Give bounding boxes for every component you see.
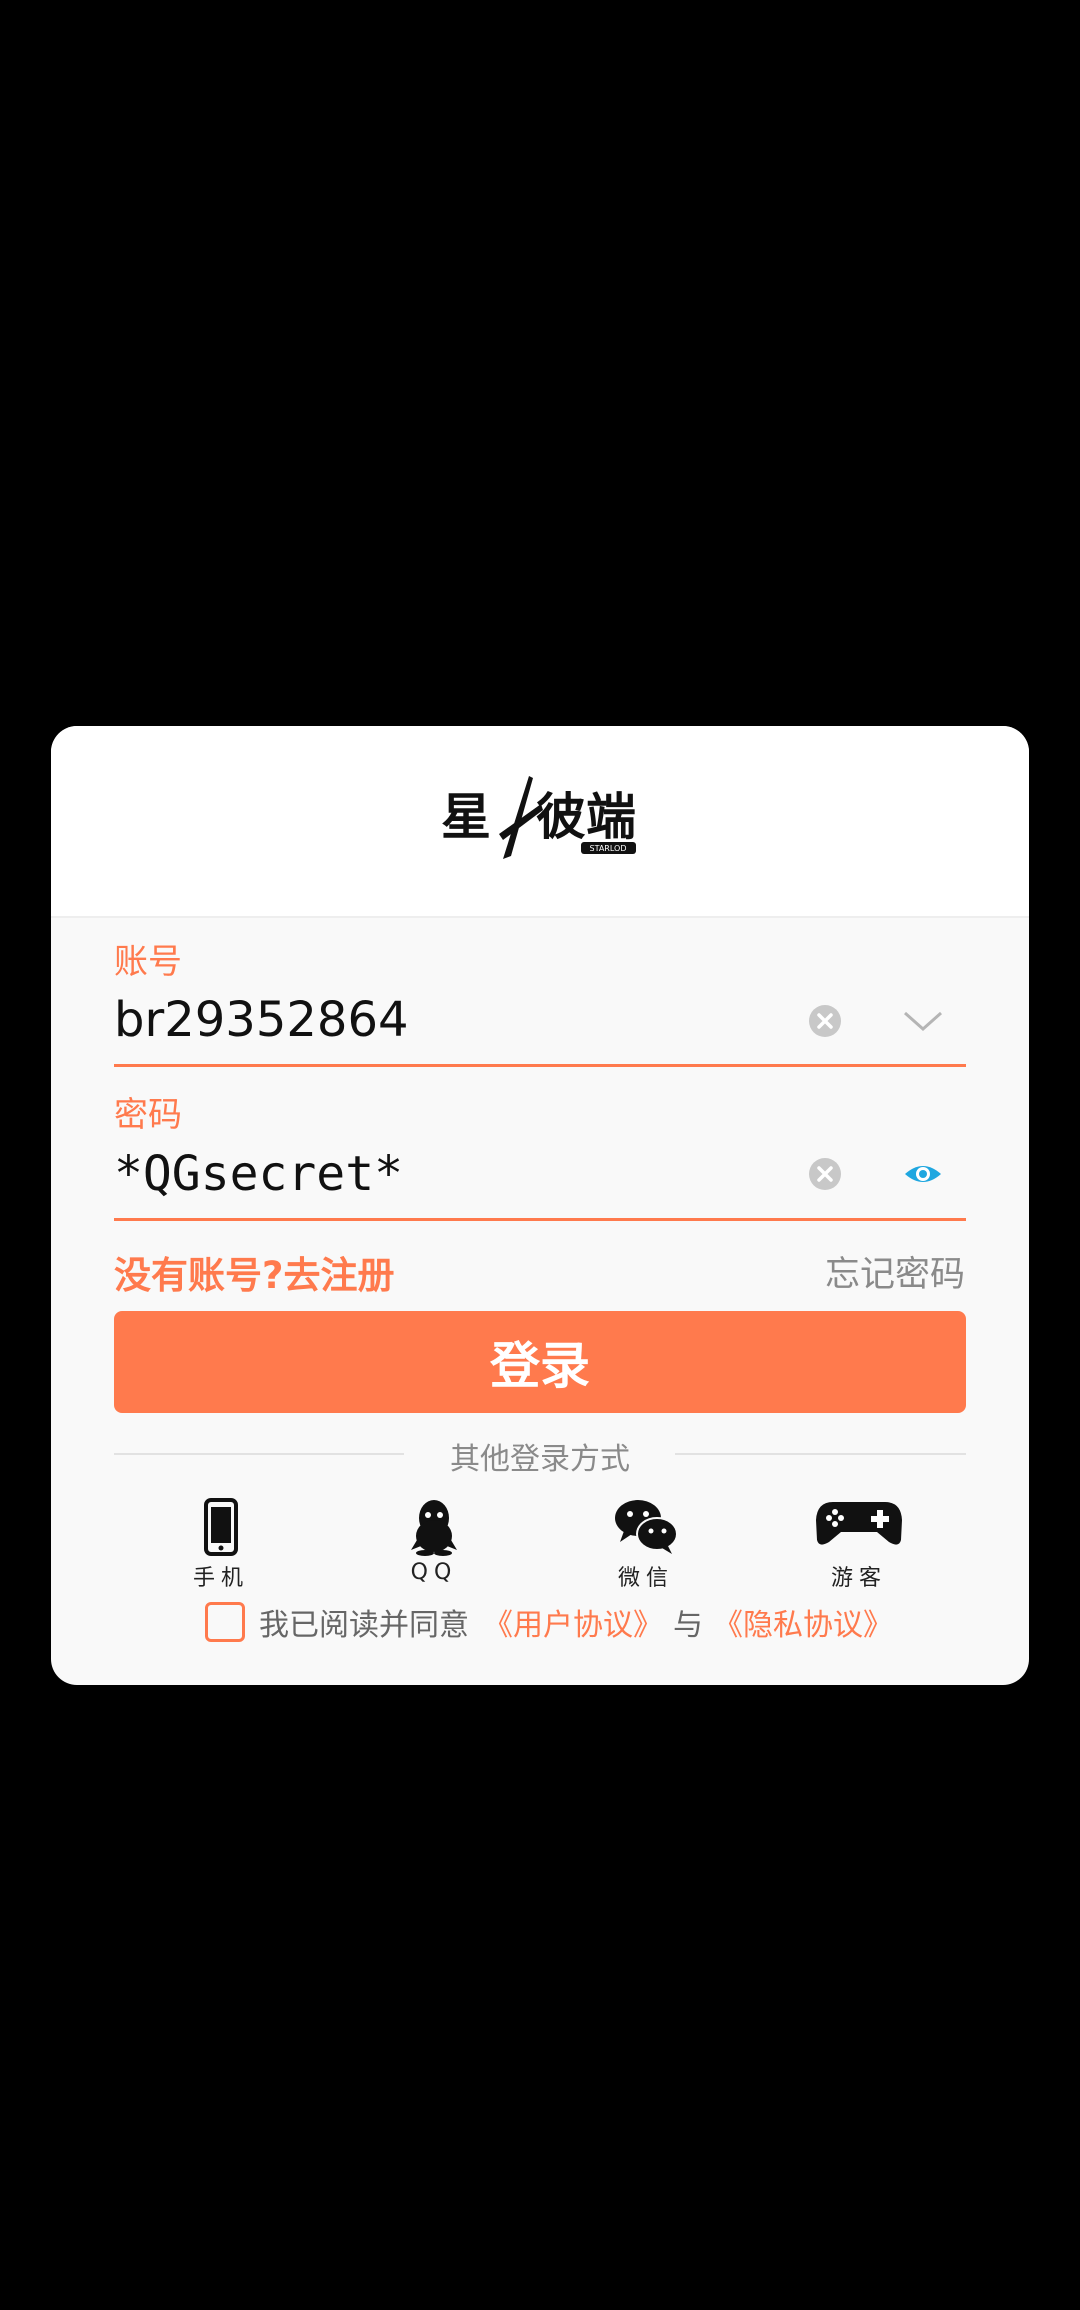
user-agreement-link[interactable]: 《用户协议》 bbox=[483, 1600, 663, 1644]
login-method-phone[interactable]: 手机 bbox=[151, 1498, 291, 1598]
privacy-agreement-link[interactable]: 《隐私协议》 bbox=[713, 1600, 893, 1644]
dialog-header: 星 彼端 STARLOD bbox=[51, 726, 1029, 918]
clear-account-icon[interactable] bbox=[808, 1004, 842, 1038]
login-method-qq[interactable]: QQ bbox=[364, 1498, 504, 1598]
login-method-wechat[interactable]: 微信 bbox=[576, 1498, 716, 1598]
other-methods-title: 其他登录方式 bbox=[450, 1442, 630, 1477]
eye-icon[interactable] bbox=[901, 1152, 945, 1196]
phone-icon bbox=[204, 1498, 238, 1556]
login-method-label: 微信 bbox=[617, 1566, 674, 1591]
agreement-prefix: 我已阅读并同意 bbox=[259, 1608, 469, 1643]
logo-subtext: STARLOD bbox=[589, 844, 626, 853]
wechat-icon bbox=[615, 1500, 678, 1554]
login-method-label: QQ bbox=[410, 1560, 458, 1585]
login-method-guest[interactable]: 游客 bbox=[789, 1498, 929, 1598]
qq-icon bbox=[411, 1500, 457, 1556]
login-dialog: 星 彼端 STARLOD 账号 br29352864 密码 *QGsecret*… bbox=[51, 726, 1029, 1685]
login-method-label: 手机 bbox=[192, 1566, 249, 1591]
logo-text-left: 星 bbox=[441, 788, 491, 846]
logo-text-right: 彼端 bbox=[536, 788, 636, 846]
agreement-row: 我已阅读并同意 《用户协议》 与 《隐私协议》 bbox=[205, 1599, 893, 1645]
divider-right bbox=[675, 1453, 966, 1455]
forgot-password-link[interactable]: 忘记密码 bbox=[825, 1246, 965, 1297]
clear-password-icon[interactable] bbox=[808, 1157, 842, 1191]
register-link[interactable]: 没有账号?去注册 bbox=[114, 1245, 394, 1299]
chevron-down-icon[interactable] bbox=[901, 999, 945, 1043]
brand-logo: 星 彼端 STARLOD bbox=[441, 776, 636, 859]
account-underline bbox=[114, 1064, 966, 1067]
agreement-checkbox[interactable] bbox=[205, 1602, 245, 1642]
account-input[interactable]: br29352864 bbox=[114, 992, 409, 1048]
login-button[interactable]: 登录 bbox=[114, 1311, 966, 1413]
password-label: 密码 bbox=[114, 1095, 182, 1135]
password-underline bbox=[114, 1218, 966, 1221]
login-method-label: 游客 bbox=[830, 1566, 887, 1591]
gamepad-icon bbox=[816, 1502, 902, 1545]
account-label: 账号 bbox=[114, 942, 182, 982]
agreement-connector: 与 bbox=[673, 1608, 703, 1643]
password-input[interactable]: *QGsecret* bbox=[114, 1146, 403, 1202]
